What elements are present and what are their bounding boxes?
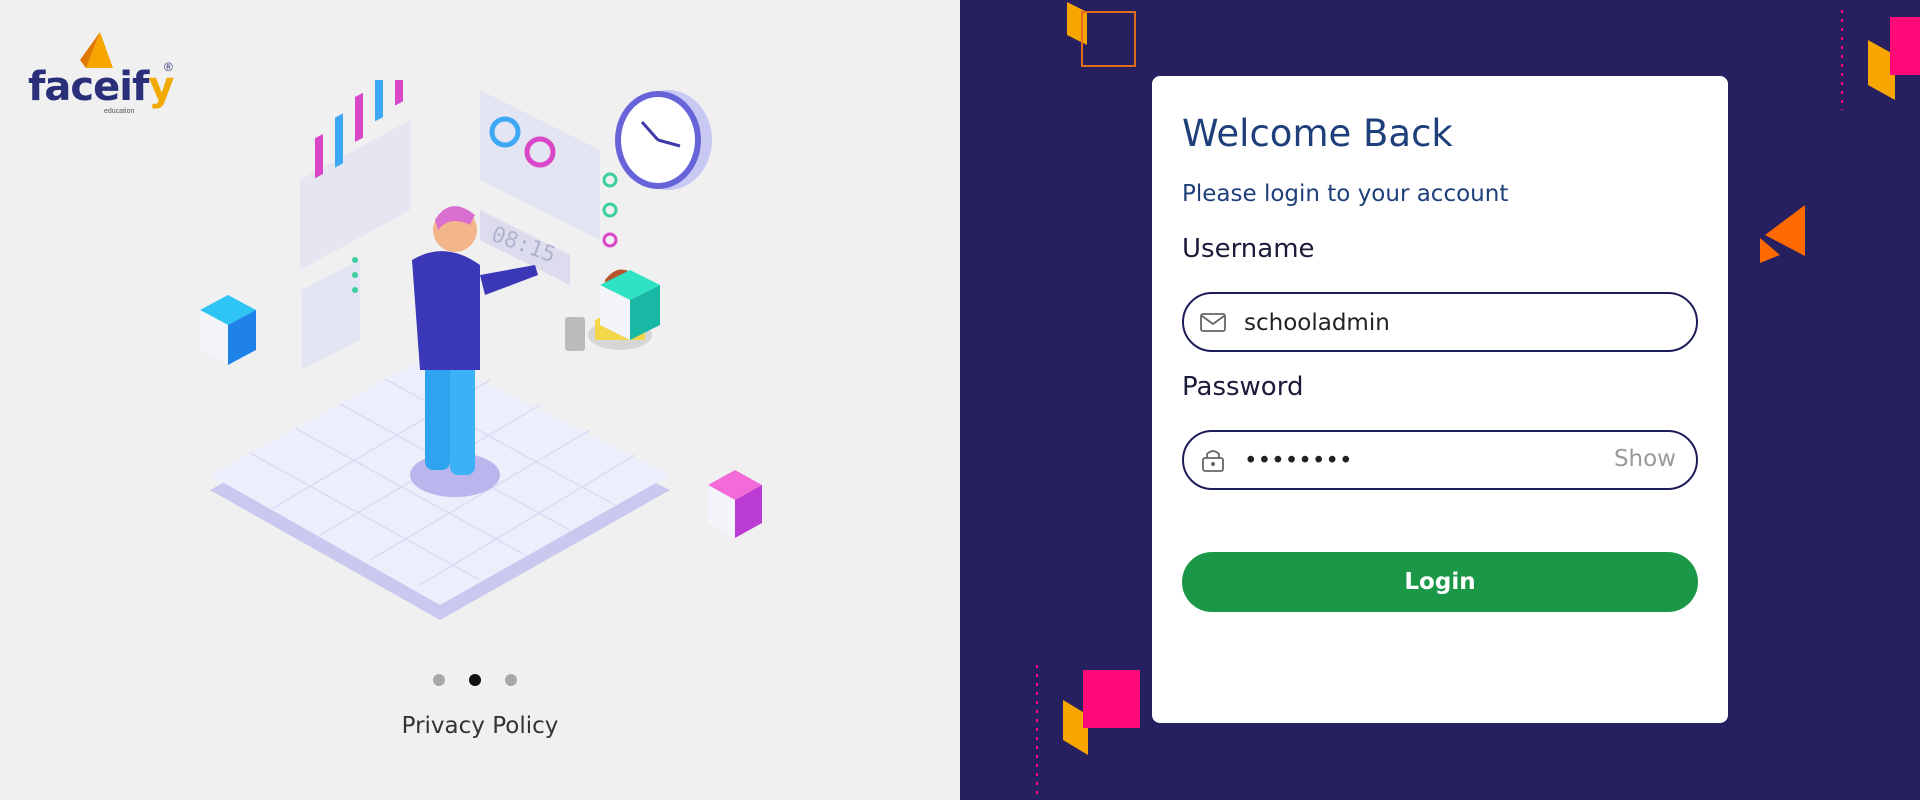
carousel-dot-3[interactable] — [505, 674, 517, 686]
pink-cube — [708, 470, 762, 538]
password-field[interactable]: •••••••• Show — [1182, 430, 1698, 490]
decor-triangles-right — [1760, 205, 1805, 263]
carousel-dot-1[interactable] — [433, 674, 445, 686]
bar-chart-panel — [300, 80, 410, 270]
lock-icon — [1202, 450, 1224, 472]
password-label: Password — [1182, 372, 1304, 402]
carousel-dot-2[interactable] — [469, 674, 481, 686]
left-panel: faceify ® education 08:15 Privacy Policy — [0, 0, 960, 800]
faceify-logo: faceify ® education — [28, 30, 178, 120]
privacy-policy-link[interactable]: Privacy Policy — [360, 713, 600, 739]
password-value[interactable]: •••••••• — [1244, 448, 1353, 474]
username-value[interactable]: schooladmin — [1244, 310, 1390, 336]
blue-cube — [200, 295, 256, 365]
decor-square-top-left — [1067, 2, 1136, 67]
show-password-toggle[interactable]: Show — [1614, 446, 1676, 472]
username-label: Username — [1182, 234, 1315, 264]
logo-registered-mark: ® — [164, 60, 173, 74]
right-panel: Welcome Back Please login to your accoun… — [960, 0, 1920, 800]
login-subtitle: Please login to your account — [1182, 181, 1509, 207]
username-field[interactable]: schooladmin — [1182, 292, 1698, 352]
envelope-icon — [1200, 313, 1226, 332]
welcome-title: Welcome Back — [1182, 112, 1453, 155]
dashboard-illustration: 08:15 — [200, 80, 762, 620]
login-button[interactable]: Login — [1182, 552, 1698, 612]
logo-subtext: education — [104, 108, 135, 115]
login-card: Welcome Back Please login to your accoun… — [1152, 76, 1728, 723]
decor-square-bottom-left — [1036, 665, 1140, 800]
logo-text: faceify — [28, 64, 174, 110]
teal-cube — [600, 270, 660, 340]
carousel-indicator — [433, 674, 517, 686]
decor-square-top-right — [1841, 10, 1920, 110]
